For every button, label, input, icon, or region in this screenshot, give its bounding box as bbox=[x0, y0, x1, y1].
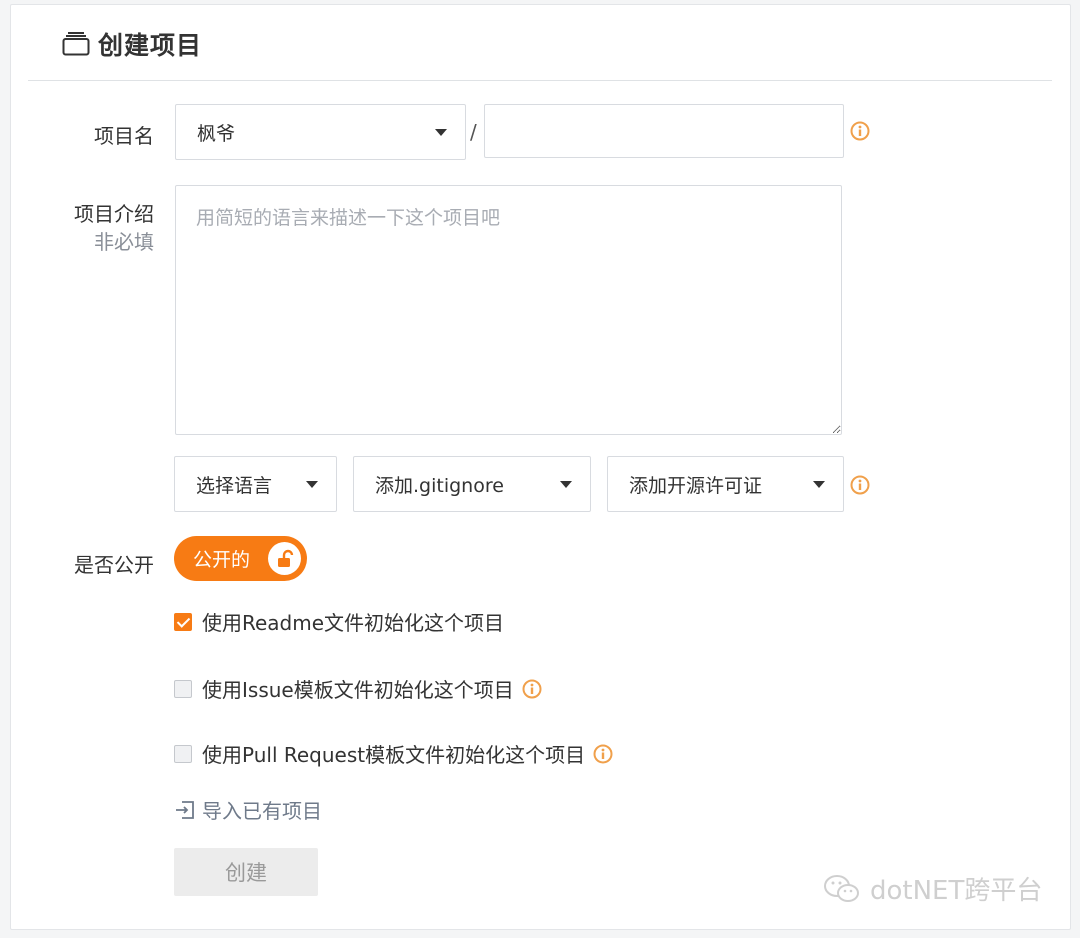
visibility-toggle[interactable]: 公开的 bbox=[174, 536, 307, 581]
license-select[interactable]: 添加开源许可证 bbox=[607, 456, 844, 512]
page-title: 创建项目 bbox=[98, 31, 203, 60]
watermark: dotNET跨平台 bbox=[822, 870, 1042, 907]
info-icon[interactable] bbox=[522, 679, 542, 699]
project-name-input[interactable] bbox=[484, 104, 844, 158]
chevron-down-icon bbox=[813, 481, 825, 488]
import-project-label: 导入已有项目 bbox=[202, 799, 322, 823]
info-icon[interactable] bbox=[850, 475, 870, 495]
language-select-value: 选择语言 bbox=[196, 474, 273, 497]
import-project-link[interactable]: 导入已有项目 bbox=[174, 795, 322, 824]
description-label: 项目介绍 bbox=[74, 202, 154, 226]
unlock-icon bbox=[268, 542, 301, 575]
info-icon[interactable] bbox=[850, 121, 870, 141]
language-select[interactable]: 选择语言 bbox=[174, 456, 337, 512]
create-button[interactable]: 创建 bbox=[174, 848, 318, 896]
readme-option-label: 使用Readme文件初始化这个项目 bbox=[202, 611, 505, 635]
owner-select[interactable]: 枫爷 bbox=[175, 104, 466, 160]
visibility-toggle-label: 公开的 bbox=[193, 549, 251, 571]
description-optional-label: 非必填 bbox=[94, 230, 154, 254]
project-name-label: 项目名 bbox=[94, 124, 154, 148]
pr-template-option-label: 使用Pull Request模板文件初始化这个项目 bbox=[202, 743, 586, 767]
pr-template-checkbox[interactable] bbox=[174, 744, 192, 763]
path-separator: / bbox=[470, 120, 477, 144]
readme-checkbox[interactable] bbox=[174, 612, 192, 631]
gitignore-select-value: 添加.gitignore bbox=[375, 474, 504, 497]
issue-template-option-label: 使用Issue模板文件初始化这个项目 bbox=[202, 678, 514, 702]
issue-template-option[interactable]: 使用Issue模板文件初始化这个项目 bbox=[174, 674, 542, 703]
readme-option[interactable]: 使用Readme文件初始化这个项目 bbox=[174, 607, 504, 636]
info-icon[interactable] bbox=[593, 744, 613, 764]
license-select-value: 添加开源许可证 bbox=[629, 474, 763, 497]
chevron-down-icon bbox=[435, 129, 447, 136]
folder-icon bbox=[62, 32, 90, 56]
visibility-label: 是否公开 bbox=[74, 553, 154, 577]
owner-select-value: 枫爷 bbox=[197, 122, 236, 145]
description-textarea[interactable] bbox=[175, 185, 842, 435]
header-divider bbox=[28, 80, 1052, 81]
chevron-down-icon bbox=[560, 481, 572, 488]
page-header: 创建项目 bbox=[62, 26, 202, 62]
watermark-text: dotNET跨平台 bbox=[870, 876, 1043, 906]
gitignore-select[interactable]: 添加.gitignore bbox=[353, 456, 591, 512]
import-icon bbox=[176, 800, 194, 819]
wechat-icon bbox=[824, 874, 859, 902]
chevron-down-icon bbox=[306, 481, 318, 488]
pr-template-option[interactable]: 使用Pull Request模板文件初始化这个项目 bbox=[174, 739, 613, 768]
issue-template-checkbox[interactable] bbox=[174, 679, 192, 698]
